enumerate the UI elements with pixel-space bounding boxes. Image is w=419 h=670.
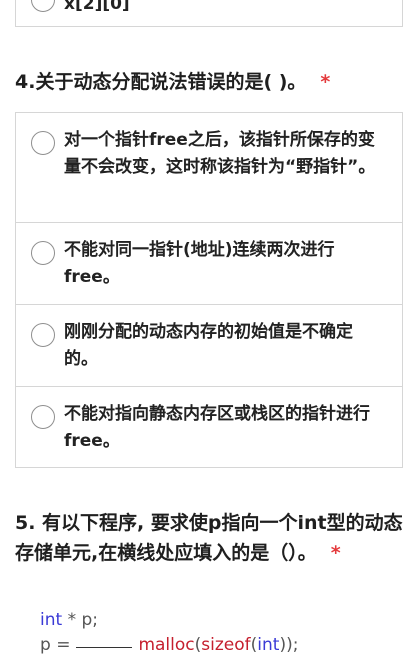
fill-in-blank [76, 646, 133, 648]
code-keyword: int [257, 635, 280, 655]
q4-option-1[interactable]: 对一个指针free之后，该指针所保存的变量不会改变，这时称该指针为“野指针”。 [16, 113, 402, 222]
option-text: 不能对同一指针(地址)连续两次进行free。 [64, 240, 335, 287]
code-function: malloc [138, 635, 195, 655]
q4-options: 对一个指针free之后，该指针所保存的变量不会改变，这时称该指针为“野指针”。 … [15, 112, 403, 468]
q3-options: x[2][0] [15, 0, 403, 27]
required-mark: * [320, 71, 331, 93]
q3-option-partial[interactable]: x[2][0] [16, 0, 402, 26]
question-4-title: 4.关于动态分配说法错误的是( )。 * [15, 68, 405, 97]
code-line-1: int * p; [40, 608, 98, 633]
option-text: 不能对指向静态内存区或栈区的指针进行free。 [64, 404, 370, 451]
radio-button[interactable] [31, 0, 55, 12]
option-text: x[2][0] [64, 0, 130, 14]
radio-button[interactable] [31, 405, 55, 429]
code-text: )); [279, 635, 299, 655]
radio-button[interactable] [31, 131, 55, 155]
code-keyword: int [40, 610, 63, 630]
radio-button[interactable] [31, 241, 55, 265]
code-text: * p; [62, 610, 98, 630]
option-text: 刚刚分配的动态内存的初始值是不确定的。 [64, 322, 353, 369]
required-mark: * [330, 542, 341, 564]
q4-option-4[interactable]: 不能对指向静态内存区或栈区的指针进行free。 [16, 386, 402, 467]
radio-button[interactable] [31, 323, 55, 347]
code-function: sizeof [201, 635, 251, 655]
code-text: p = [40, 635, 71, 655]
q4-option-3[interactable]: 刚刚分配的动态内存的初始值是不确定的。 [16, 304, 402, 386]
question-text: 5. 有以下程序, 要求使p指向一个int型的动态存储单元,在横线处应填入的是（… [15, 512, 403, 564]
code-line-2: p = malloc(sizeof(int)); [40, 633, 298, 658]
question-text: 4.关于动态分配说法错误的是( )。 [15, 71, 307, 93]
q4-option-2[interactable]: 不能对同一指针(地址)连续两次进行free。 [16, 222, 402, 304]
question-5-title: 5. 有以下程序, 要求使p指向一个int型的动态存储单元,在横线处应填入的是（… [15, 508, 405, 568]
option-text: 对一个指针free之后，该指针所保存的变量不会改变，这时称该指针为“野指针”。 [64, 130, 376, 177]
